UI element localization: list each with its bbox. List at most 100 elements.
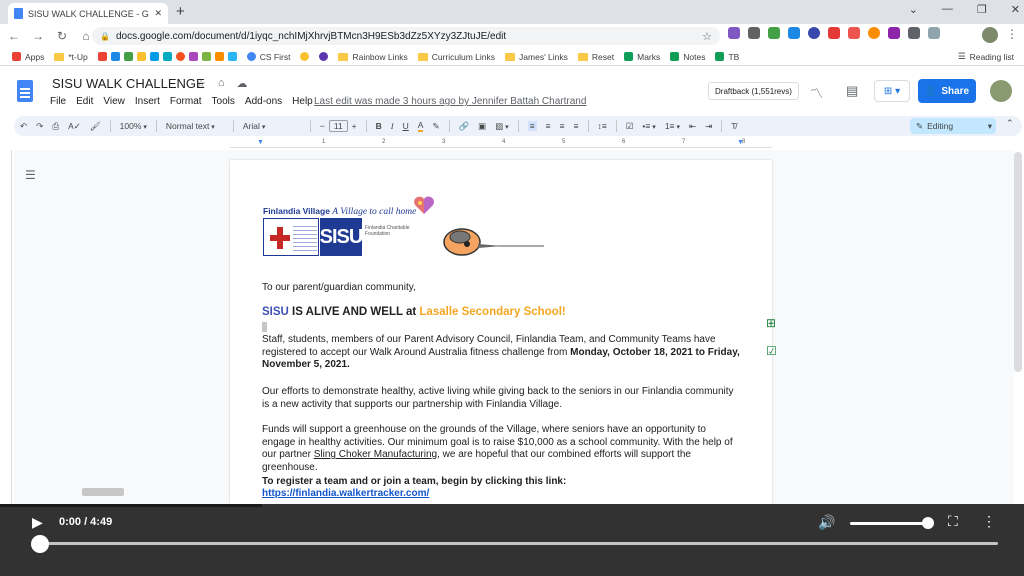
site-icon[interactable] xyxy=(227,52,237,61)
forward-icon[interactable]: → xyxy=(28,29,48,43)
collapse-toolbar-icon[interactable]: ⌃ xyxy=(1006,118,1014,129)
bookmark-apps[interactable]: Apps xyxy=(12,52,44,62)
site-icon[interactable] xyxy=(123,52,133,61)
document-title[interactable]: SISU WALK CHALLENGE xyxy=(52,76,205,91)
site-icon[interactable] xyxy=(136,52,146,61)
left-indent-marker[interactable]: ▼ xyxy=(257,139,264,146)
volume-knob[interactable] xyxy=(921,517,934,529)
menu-edit[interactable]: Edit xyxy=(76,96,93,107)
minimize-button[interactable]: — xyxy=(942,3,953,16)
site-icon[interactable] xyxy=(214,52,224,61)
extension-icon[interactable] xyxy=(728,27,740,39)
document-outline-icon[interactable]: ☰ xyxy=(25,168,36,182)
extension-icon[interactable] xyxy=(928,27,940,39)
increase-font-icon[interactable]: + xyxy=(352,121,357,131)
docs-logo-icon[interactable] xyxy=(17,80,33,102)
line-spacing-icon[interactable]: ↕≡ xyxy=(598,121,607,131)
maximize-button[interactable]: ❐ xyxy=(977,3,987,16)
extension-icon[interactable] xyxy=(848,27,860,39)
close-tab-icon[interactable]: ✕ xyxy=(154,8,162,19)
bookmark-heart[interactable] xyxy=(300,52,310,61)
bookmark-reset[interactable]: Reset xyxy=(577,52,614,62)
bookmark-notes[interactable]: Notes xyxy=(670,52,705,62)
activity-trend-icon[interactable]: 〽 xyxy=(810,83,823,102)
menu-format[interactable]: Format xyxy=(170,96,202,107)
new-tab-button[interactable]: + xyxy=(176,3,185,20)
insert-image-icon[interactable]: ▨ xyxy=(495,121,509,132)
style-select[interactable]: Normal text xyxy=(166,121,224,131)
profile-avatar[interactable] xyxy=(982,27,998,43)
vertical-scrollbar[interactable] xyxy=(1014,152,1022,372)
bookmark-tb[interactable]: TB xyxy=(715,52,739,62)
print-icon[interactable]: ⎙ xyxy=(52,121,59,132)
bookmark-james-links[interactable]: James' Links xyxy=(505,52,568,62)
bookmark-marks[interactable]: Marks xyxy=(624,52,660,62)
font-size-input[interactable]: 11 xyxy=(328,120,348,132)
extension-icon[interactable] xyxy=(888,27,900,39)
bookmark-star-icon[interactable]: ☆ xyxy=(702,30,712,43)
bookmark-asterisk[interactable] xyxy=(319,52,329,61)
align-right-icon[interactable]: ≡ xyxy=(560,121,565,131)
extension-icon[interactable] xyxy=(768,27,780,39)
site-icon[interactable] xyxy=(175,52,185,61)
move-folder-icon[interactable]: ⌂ xyxy=(218,77,225,90)
reload-icon[interactable]: ↻ xyxy=(52,29,72,43)
bookmark-cs-first[interactable]: CS First xyxy=(246,52,290,62)
text-color-icon[interactable]: A xyxy=(417,120,424,132)
menu-tools[interactable]: Tools xyxy=(212,96,235,107)
last-edit-link[interactable]: Last edit was made 3 hours ago by Jennif… xyxy=(314,96,586,107)
justify-icon[interactable]: ≡ xyxy=(574,121,579,131)
spellcheck-icon[interactable]: A✓ xyxy=(68,121,81,132)
comment-history-icon[interactable]: ▤ xyxy=(846,83,858,99)
decrease-indent-icon[interactable]: ⇤ xyxy=(689,121,696,132)
checklist-icon[interactable]: ☑ xyxy=(626,121,634,132)
extension-icon[interactable] xyxy=(828,27,840,39)
numbered-list-icon[interactable]: 1≡ xyxy=(665,121,680,131)
menu-addons[interactable]: Add-ons xyxy=(245,96,282,107)
align-center-icon[interactable]: ≡ xyxy=(546,121,551,131)
redo-icon[interactable]: ↷ xyxy=(36,121,43,132)
star-icon[interactable]: ☆ xyxy=(196,77,206,90)
google-icon[interactable] xyxy=(97,52,107,61)
add-comment-icon[interactable]: ▣ xyxy=(478,121,486,132)
menu-help[interactable]: Help xyxy=(292,96,313,107)
more-options-icon[interactable]: ⋮ xyxy=(982,513,996,530)
increase-indent-icon[interactable]: ⇥ xyxy=(705,121,712,132)
extension-icon[interactable] xyxy=(808,27,820,39)
fullscreen-icon[interactable]: ⛶ xyxy=(948,513,958,530)
site-icon[interactable] xyxy=(162,52,172,61)
seek-bar[interactable] xyxy=(40,542,998,545)
add-comment-side-icon[interactable]: ⊞ xyxy=(766,316,776,330)
decrease-font-icon[interactable]: − xyxy=(320,121,325,131)
bulleted-list-icon[interactable]: •≡ xyxy=(642,121,655,131)
seek-knob[interactable] xyxy=(31,535,49,553)
menu-file[interactable]: File xyxy=(50,96,66,107)
align-left-icon[interactable]: ≡ xyxy=(527,121,537,131)
bold-icon[interactable]: B xyxy=(376,121,382,131)
editing-mode-select[interactable]: ✎ Editing ▾ xyxy=(910,118,996,134)
bookmark-startup[interactable]: *t-Up xyxy=(54,52,88,62)
paint-format-icon[interactable]: 🖌 xyxy=(90,121,101,132)
address-bar[interactable]: 🔒 docs.google.com/document/d/1iyqc_nchIM… xyxy=(92,27,720,45)
menu-view[interactable]: View xyxy=(103,96,125,107)
share-button[interactable]: 👤 Share xyxy=(918,79,976,103)
walkertracker-link[interactable]: https://finlandia.walkertracker.com/ xyxy=(262,488,742,501)
volume-icon[interactable]: 🔊 xyxy=(818,514,835,531)
site-icon[interactable] xyxy=(201,52,211,61)
highlight-icon[interactable]: ✎ xyxy=(432,121,439,132)
extension-icon[interactable] xyxy=(868,27,880,39)
reading-list-button[interactable]: ☰ Reading list xyxy=(958,51,1014,62)
meet-present-button[interactable]: ⊞ ▾ xyxy=(874,80,910,102)
draftback-button[interactable]: Draftback (1,551revs) xyxy=(708,82,799,100)
underline-icon[interactable]: U xyxy=(403,121,409,131)
tab-search-icon[interactable]: ⌄ xyxy=(909,3,918,16)
puzzle-icon[interactable] xyxy=(908,27,920,39)
link-icon[interactable]: 🔗 xyxy=(459,121,470,132)
extension-icon[interactable] xyxy=(788,27,800,39)
partner-link[interactable]: Sling Choker Manufacturing xyxy=(314,449,437,460)
menu-insert[interactable]: Insert xyxy=(135,96,160,107)
horizontal-ruler[interactable]: ▼ ▼ 1 2 3 4 5 6 7 8 xyxy=(230,138,772,148)
close-window-button[interactable]: ✕ xyxy=(1011,3,1020,16)
play-icon[interactable]: ▶ xyxy=(32,514,43,531)
browser-menu-icon[interactable]: ⋮ xyxy=(1006,27,1018,41)
